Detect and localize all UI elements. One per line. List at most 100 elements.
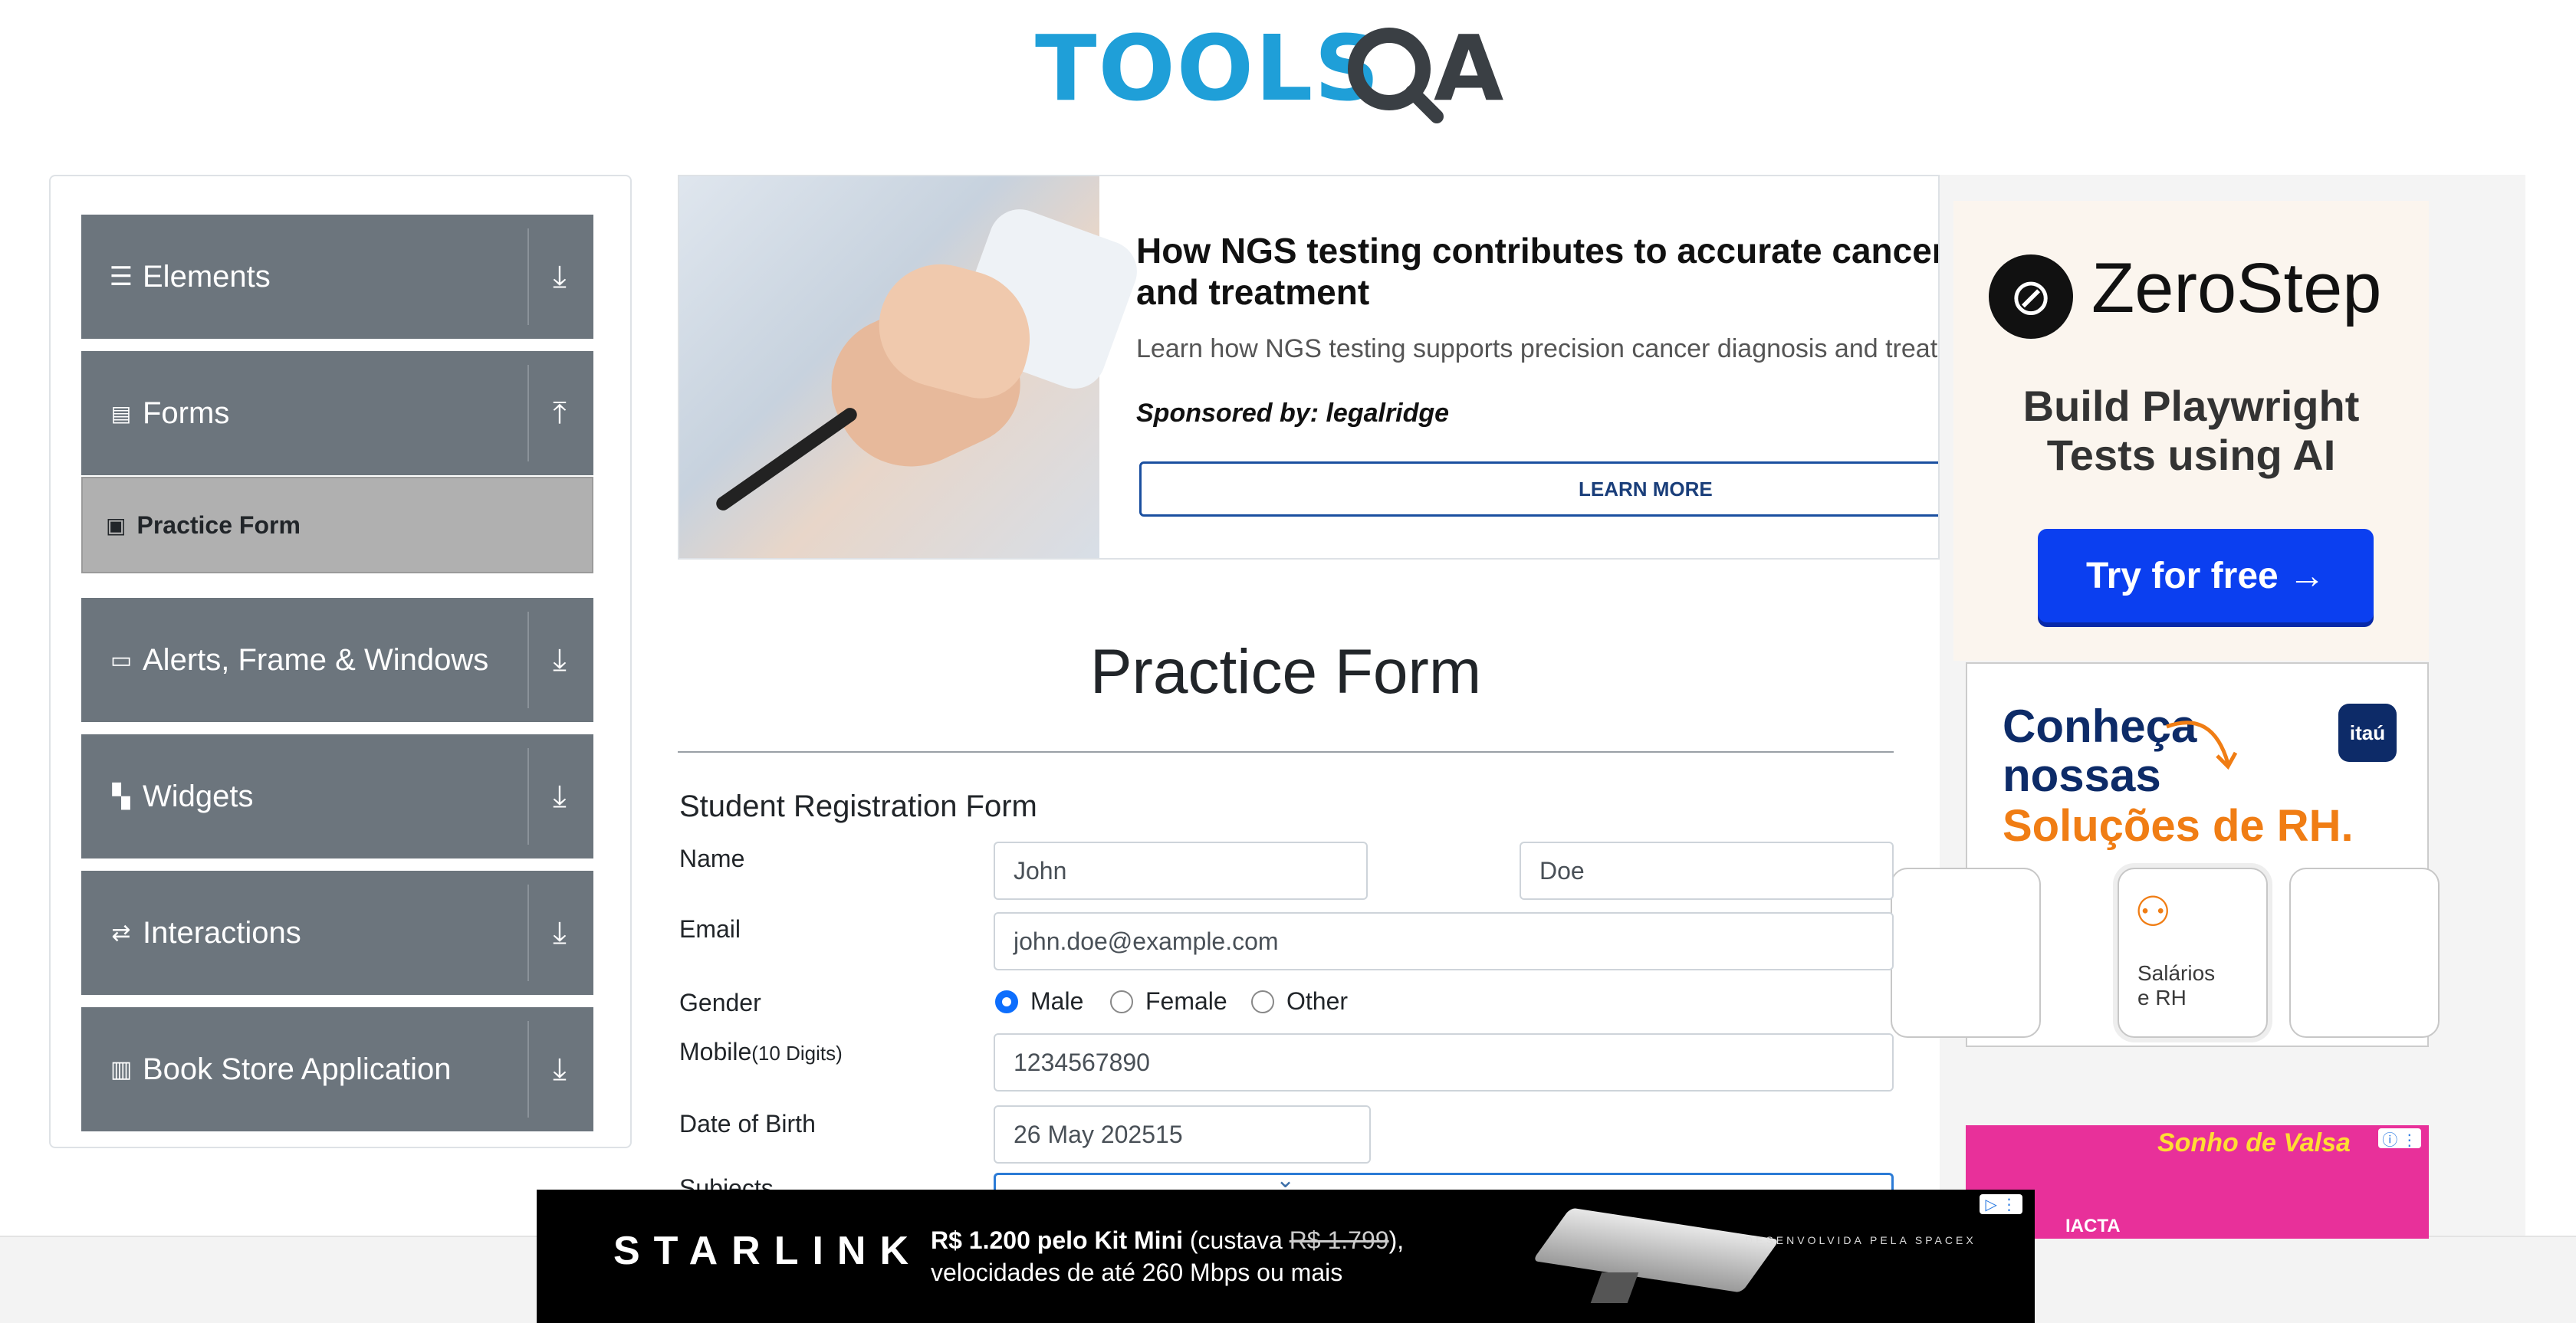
divider [527, 885, 529, 981]
sidebar-group-label: Alerts, Frame & Windows [143, 642, 489, 677]
gender-radio-female[interactable]: Female [1110, 987, 1227, 1016]
card-label: Salários e RH [2137, 961, 2215, 1010]
radio-label[interactable]: Other [1286, 987, 1348, 1016]
itau-logo: itaú [2338, 704, 2397, 762]
tagline-line1: Build Playwright [2022, 382, 2360, 430]
divider [527, 228, 529, 325]
ad-info-icon[interactable]: ⓘ ⋮ [2378, 1128, 2421, 1149]
starlink-ad[interactable]: STARLINK R$ 1.200 pelo Kit Mini (custava… [537, 1190, 2035, 1323]
sidebar-item-practice-form[interactable]: ▣ Practice Form [81, 477, 593, 573]
sonho-de-valsa-ad[interactable]: Sonho de Valsa IACTA ⓘ ⋮ [1966, 1125, 2429, 1239]
mobile-input[interactable]: 1234567890 [994, 1033, 1894, 1092]
radio-label[interactable]: Male [1030, 987, 1083, 1016]
divider [527, 1021, 529, 1118]
ad-logo: Sonho de Valsa [2157, 1128, 2351, 1157]
window-icon: ▭ [110, 647, 133, 673]
card-label-line2: e RH [2137, 986, 2187, 1009]
collapse-icon[interactable]: ⤒ [537, 351, 583, 475]
sidebar-group-interactions[interactable]: ⇄ Interactions ⤓ [81, 871, 593, 995]
ad-info-icon[interactable]: ▷ ⋮ [1980, 1194, 2022, 1214]
ad-title-line1[interactable]: How NGS testing contributes to accurate … [1136, 230, 1938, 271]
page-title: Practice Form [1089, 637, 1482, 707]
books-icon: ▥ [110, 1056, 133, 1082]
mobile-label: Mobile(10 Digits) [679, 1038, 843, 1066]
expand-icon[interactable]: ⤓ [537, 734, 583, 858]
divider [527, 748, 529, 845]
developed-by-spacex: DESENVOLVIDA PELA SPACEX [1745, 1234, 1976, 1246]
ad-sponsor: Sponsored by: legalridge [1136, 399, 1450, 428]
zerostep-logo-icon: ⊘ [1989, 254, 2073, 339]
expand-icon[interactable]: ⤓ [537, 1007, 583, 1131]
radio-unchecked-icon[interactable] [1110, 990, 1133, 1013]
radio-unchecked-icon[interactable] [1251, 990, 1274, 1013]
email-label: Email [679, 915, 741, 943]
date-of-birth-input[interactable]: 26 May 202515 [994, 1105, 1371, 1164]
price-text: R$ 1.200 pelo Kit Mini [931, 1226, 1183, 1254]
sidebar-group-label: Book Store Application [143, 1052, 452, 1086]
itau-card[interactable] [2289, 868, 2440, 1038]
sidebar-group-label: Forms [143, 396, 230, 430]
ad-description: Learn how NGS testing supports precision… [1136, 334, 1940, 363]
divider [527, 612, 529, 708]
gender-label: Gender [679, 989, 761, 1016]
sidebar-item-label: Practice Form [136, 510, 301, 539]
ad-image[interactable] [679, 176, 1146, 558]
expand-icon[interactable]: ⤓ [537, 871, 583, 995]
left-sidebar: ☰ Elements ⤓ ▤ Forms ⤒ ▣ Practice Form ▭… [49, 175, 632, 1148]
radio-checked-icon[interactable] [995, 990, 1018, 1013]
document-icon: ▤ [110, 401, 132, 425]
gender-radio-male[interactable]: Male [995, 987, 1083, 1016]
gender-radio-other[interactable]: Other [1251, 987, 1348, 1016]
old-price: R$ 1.799 [1289, 1226, 1389, 1254]
ad-text: IACTA [2065, 1216, 2121, 1236]
ad-title[interactable]: How NGS testing contributes to accurate … [1136, 230, 1938, 313]
sidebar-group-label: Interactions [143, 915, 301, 950]
itau-ad[interactable]: Conheça nossas Soluções de RH. itaú ⚇ Sa… [1891, 662, 2440, 1047]
last-name-input[interactable]: Doe [1520, 842, 1894, 900]
expand-icon[interactable]: ⤓ [537, 598, 583, 722]
name-label: Name [679, 845, 745, 872]
sidebar-group-label: Elements [143, 259, 271, 294]
form-heading: Student Registration Form [679, 790, 1037, 823]
first-name-input[interactable]: John [994, 842, 1368, 900]
starlink-speed: velocidades de até 260 Mbps ou mais [931, 1259, 1343, 1286]
close-paren: ), [1388, 1226, 1405, 1254]
sidebar-group-widgets[interactable]: ▚ Widgets ⤓ [81, 734, 593, 858]
was-text: (custava [1182, 1226, 1290, 1254]
toolsqa-logo[interactable]: TOOLS A [1035, 9, 1541, 124]
people-icon: ⚇ [2134, 889, 2172, 935]
dob-label: Date of Birth [679, 1110, 816, 1138]
list-icon: ☰ [109, 262, 133, 291]
sponsored-ad[interactable]: How NGS testing contributes to accurate … [678, 175, 1940, 560]
tagline-line2: Tests using AI [2046, 431, 2336, 479]
zerostep-tagline: Build Playwright Tests using AI [1953, 382, 2429, 480]
divider [527, 365, 529, 461]
curved-arrow-icon [2166, 721, 2238, 770]
sidebar-group-book-store[interactable]: ▥ Book Store Application ⤓ [81, 1007, 593, 1131]
sidebar-group-label: Widgets [143, 779, 254, 813]
email-input[interactable]: john.doe@example.com [994, 912, 1894, 970]
starlink-dish-image [1532, 1207, 1780, 1293]
starlink-brand: STARLINK [613, 1229, 923, 1273]
try-for-free-button[interactable]: Try for free → [2038, 529, 2374, 622]
expand-icon[interactable]: ⤓ [537, 215, 583, 339]
sidebar-group-elements[interactable]: ☰ Elements ⤓ [81, 215, 593, 339]
sidebar-group-forms[interactable]: ▤ Forms ⤒ [81, 351, 593, 475]
interactions-icon: ⇄ [111, 920, 131, 946]
mobile-hint: (10 Digits) [751, 1042, 843, 1065]
radio-label[interactable]: Female [1145, 987, 1227, 1016]
starlink-stand-image [1590, 1272, 1639, 1303]
sidebar-group-alerts[interactable]: ▭ Alerts, Frame & Windows ⤓ [81, 598, 593, 722]
svg-text:A: A [1434, 15, 1503, 121]
ad-title-line2[interactable]: and treatment [1136, 271, 1938, 313]
logo-graphic: TOOLS A [1035, 15, 1503, 123]
learn-more-button[interactable]: LEARN MORE [1139, 461, 1938, 517]
itau-card-salaries[interactable]: ⚇ Salários e RH [2118, 868, 2268, 1038]
itau-headline-accent: Soluções de RH. [2003, 801, 2354, 851]
card-label-line1: Salários [2137, 961, 2216, 985]
svg-text:TOOLS: TOOLS [1035, 15, 1381, 121]
zerostep-ad[interactable]: ⊘ ZeroStep Build Playwright Tests using … [1953, 201, 2429, 661]
divider [678, 751, 1894, 753]
itau-card[interactable] [1891, 868, 2041, 1038]
widgets-icon: ▚ [112, 783, 130, 809]
